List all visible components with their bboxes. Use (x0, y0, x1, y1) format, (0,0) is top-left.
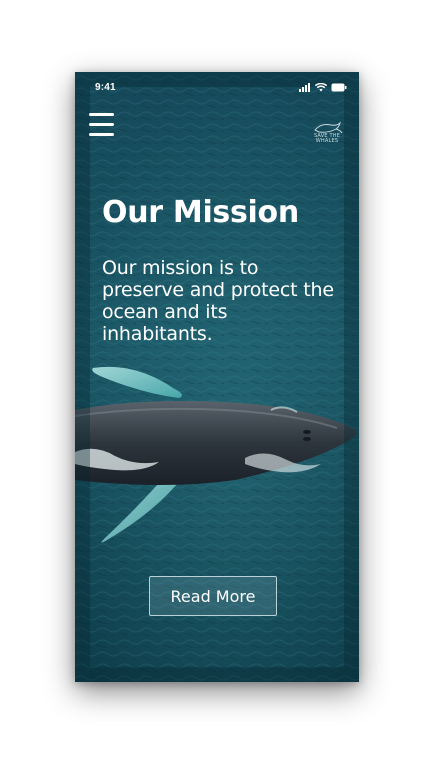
menu-bar-line (89, 133, 114, 136)
menu-bar-line (89, 113, 114, 116)
battery-icon (331, 83, 347, 91)
status-time: 9:41 (95, 82, 116, 93)
menu-bar-line (89, 123, 114, 126)
logo-line: WHALES (315, 138, 339, 144)
status-icons (299, 82, 347, 92)
hamburger-menu-icon[interactable] (88, 112, 116, 138)
wifi-icon (315, 82, 327, 91)
read-more-button[interactable]: Read More (149, 576, 277, 616)
save-the-whales-logo[interactable]: SAVE THE WHALES (309, 120, 345, 154)
page-title: Our Mission (102, 195, 299, 230)
mission-description: Our mission is to preserve and protect t… (102, 257, 334, 345)
logo-text: SAVE THE WHALES (309, 134, 345, 144)
cellular-signal-icon (299, 82, 310, 92)
phone-screen: 9:41 SAVE THE WHALES Our Mission Our mis… (75, 72, 359, 682)
page-canvas: 9:41 SAVE THE WHALES Our Mission Our mis… (0, 0, 434, 760)
status-bar: 9:41 (75, 72, 359, 102)
